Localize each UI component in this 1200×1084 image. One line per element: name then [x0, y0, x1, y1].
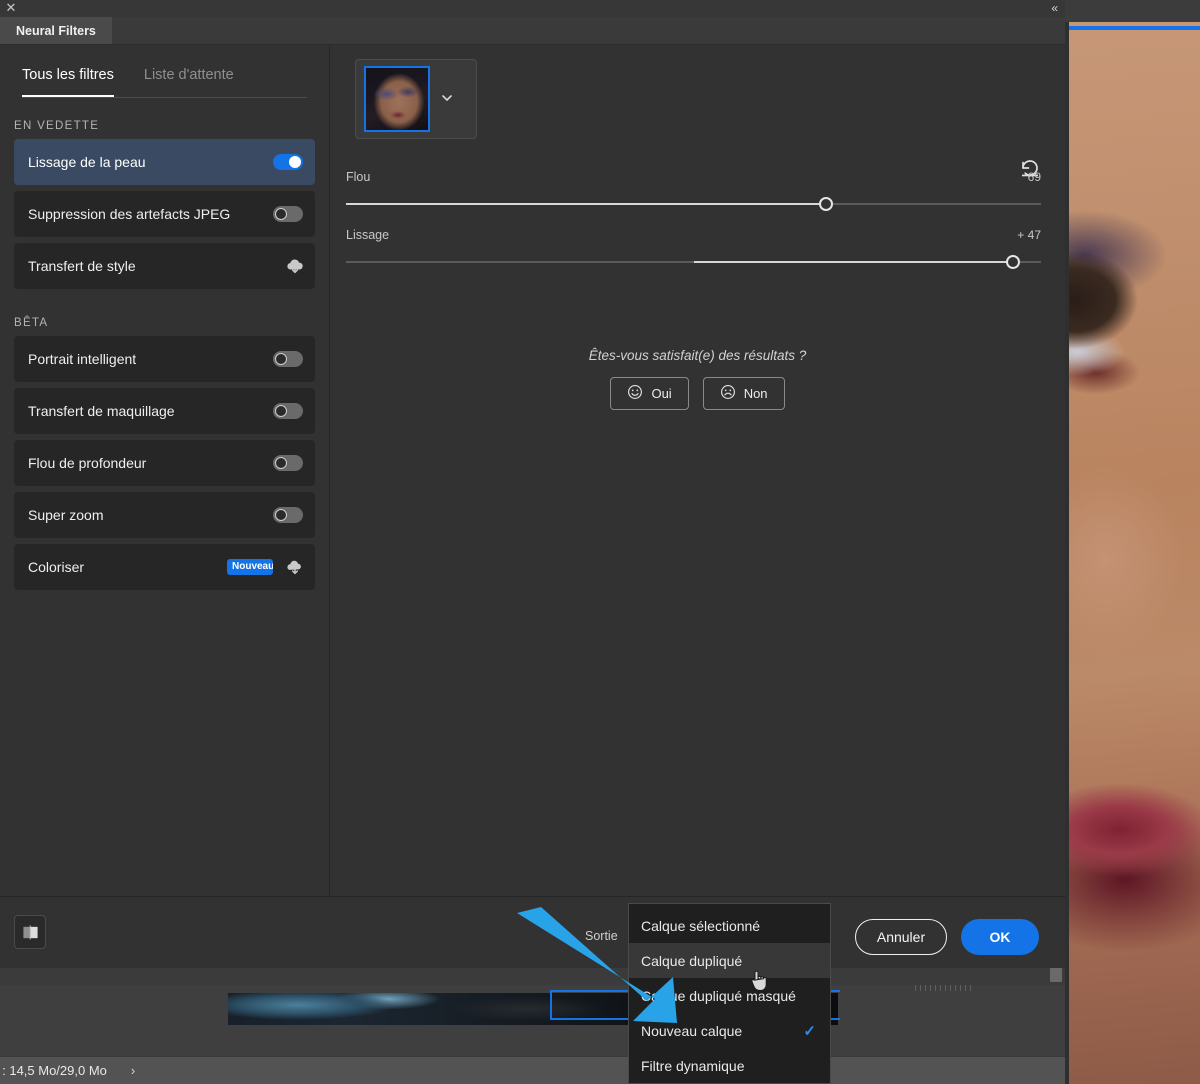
split-preview-icon[interactable]: [14, 915, 46, 949]
feedback-question: Êtes-vous satisfait(e) des résultats ?: [588, 348, 807, 363]
status-expand-arrow[interactable]: ›: [131, 1063, 135, 1078]
filter-list-featured: Lissage de la peau Suppression des artef…: [0, 139, 329, 295]
smiley-sad-icon: [720, 384, 736, 403]
filter-row-transfert-de-maquillage[interactable]: Transfert de maquillage: [14, 388, 315, 434]
filter-settings-panel: Flou 69 Lissage + 47 Êtes-vous satisfait…: [330, 45, 1065, 896]
slider-header: Flou 69: [346, 170, 1041, 184]
slider-label-lissage: Lissage: [346, 228, 390, 242]
zoomed-portrait-photo: [1065, 0, 1200, 1084]
filter-row-portrait-intelligent[interactable]: Portrait intelligent: [14, 336, 315, 382]
menu-item-label: Nouveau calque: [641, 1022, 743, 1039]
filter-toggle-transfert-de-maquillage[interactable]: [273, 403, 303, 419]
filter-row-lissage-de-la-peau[interactable]: Lissage de la peau: [14, 139, 315, 185]
feedback-yes-label: Oui: [651, 386, 672, 401]
filter-label: Suppression des artefacts JPEG: [28, 206, 231, 222]
menu-item-label: Calque dupliqué masqué: [641, 987, 796, 1004]
close-icon[interactable]: ✕: [4, 1, 18, 15]
tab-waitlist[interactable]: Liste d'attente: [144, 67, 234, 97]
cancel-button[interactable]: Annuler: [855, 919, 947, 955]
filter-row-coloriser[interactable]: Coloriser Nouveau: [14, 544, 315, 590]
feedback-buttons: Oui Non: [330, 377, 1065, 410]
menu-item-label: Filtre dynamique: [641, 1057, 745, 1074]
photo-left-edge: [1065, 0, 1069, 1084]
menu-item-label: Calque dupliqué: [641, 952, 743, 969]
canvas-scrollbar[interactable]: [1050, 968, 1062, 982]
menu-item-calque-duplique[interactable]: Calque dupliqué: [629, 943, 830, 978]
filter-row-transfert-de-style[interactable]: Transfert de style: [14, 243, 315, 289]
dialog-footer: Sortie Annuler OK: [0, 896, 1065, 968]
document-canvas-inner: [0, 985, 1065, 1059]
smiley-happy-icon: [627, 384, 643, 403]
filter-toggle-super-zoom[interactable]: [273, 507, 303, 523]
slider-value-lissage: + 47: [1017, 228, 1041, 242]
slider-lissage: Lissage + 47: [346, 228, 1041, 271]
slider-track-fill: [693, 261, 1014, 263]
filter-label: Flou de profondeur: [28, 455, 147, 471]
dialog-body: Tous les filtres Liste d'attente EN VEDE…: [0, 45, 1065, 896]
filter-row-super-zoom[interactable]: Super zoom: [14, 492, 315, 538]
menu-item-calque-selectionne[interactable]: Calque sélectionné: [629, 908, 830, 943]
feedback-no-button[interactable]: Non: [702, 377, 785, 410]
checkmark-icon: ✓: [803, 1022, 816, 1040]
slider-thumb-lissage[interactable]: [1006, 255, 1021, 269]
filter-label: Portrait intelligent: [28, 351, 137, 367]
feedback-no-label: Non: [743, 386, 768, 401]
output-label: Sortie: [585, 929, 618, 943]
new-badge: Nouveau: [227, 559, 273, 575]
filter-toggle-suppression-artefacts-jpeg[interactable]: [273, 206, 303, 222]
status-bar: c : 14,5 Mo/29,0 Mo ›: [0, 1056, 1065, 1084]
slider-track-fill: [346, 203, 826, 205]
feedback-section: Êtes-vous satisfait(e) des résultats ? O…: [330, 348, 1065, 410]
photo-selection-line: [1069, 26, 1200, 30]
filter-toggle-lissage-de-la-peau[interactable]: [273, 154, 303, 170]
status-doc-size: c : 14,5 Mo/29,0 Mo: [0, 1063, 107, 1078]
filter-row-flou-de-profondeur[interactable]: Flou de profondeur: [14, 440, 315, 486]
tab-divider: [22, 97, 307, 98]
portrait-thumbnail[interactable]: [364, 66, 430, 132]
slider-header: Lissage + 47: [346, 228, 1041, 242]
slider-thumb-flou[interactable]: [818, 197, 833, 211]
neural-filters-dialog: ✕ « Neural Filters Tous les filtres List…: [0, 0, 1065, 968]
slider-flou: Flou 69: [346, 170, 1041, 213]
filter-label: Coloriser: [28, 559, 85, 575]
menu-item-label: Calque sélectionné: [641, 917, 761, 934]
output-dropdown-menu: Calque sélectionné Calque dupliqué Calqu…: [628, 903, 831, 1084]
filter-label: Lissage de la peau: [28, 154, 146, 170]
slider-label-flou: Flou: [346, 170, 371, 184]
filter-list-beta: Portrait intelligent Transfert de maquil…: [0, 336, 329, 596]
feedback-yes-button[interactable]: Oui: [610, 377, 689, 410]
group-title-featured: EN VEDETTE: [14, 120, 100, 132]
filters-sidebar: Tous les filtres Liste d'attente EN VEDE…: [0, 45, 330, 896]
slider-track-lissage[interactable]: [346, 253, 1041, 271]
filter-toggle-flou-de-profondeur[interactable]: [273, 455, 303, 471]
chevron-down-icon[interactable]: [440, 91, 454, 108]
cloud-download-icon[interactable]: [285, 559, 303, 575]
photo-top-bar: [1065, 0, 1200, 22]
dialog-tabstrip: Neural Filters: [0, 17, 1065, 45]
preview-thumbnail-selector[interactable]: [355, 59, 477, 139]
ruler-ticks: [915, 985, 975, 991]
filter-label: Super zoom: [28, 507, 104, 523]
menu-item-filtre-dynamique[interactable]: Filtre dynamique: [629, 1048, 830, 1083]
group-title-beta: BÊTA: [14, 317, 49, 329]
collapse-panel-icon[interactable]: «: [1051, 1, 1058, 15]
filter-label: Transfert de maquillage: [28, 403, 175, 419]
tab-neural-filters[interactable]: Neural Filters: [0, 17, 112, 44]
dialog-titlebar: ✕ «: [0, 0, 1065, 17]
filter-tab-group: Tous les filtres Liste d'attente: [0, 45, 329, 97]
filter-label: Transfert de style: [28, 258, 136, 274]
slider-value-flou: 69: [1027, 170, 1041, 184]
tab-all-filters[interactable]: Tous les filtres: [22, 67, 114, 97]
menu-item-nouveau-calque[interactable]: Nouveau calque ✓: [629, 1013, 830, 1048]
menu-item-calque-duplique-masque[interactable]: Calque dupliqué masqué: [629, 978, 830, 1013]
ok-button[interactable]: OK: [961, 919, 1039, 955]
filter-toggle-portrait-intelligent[interactable]: [273, 351, 303, 367]
filter-row-suppression-artefacts-jpeg[interactable]: Suppression des artefacts JPEG: [14, 191, 315, 237]
slider-track-flou[interactable]: [346, 195, 1041, 213]
cloud-download-icon[interactable]: [285, 258, 303, 274]
